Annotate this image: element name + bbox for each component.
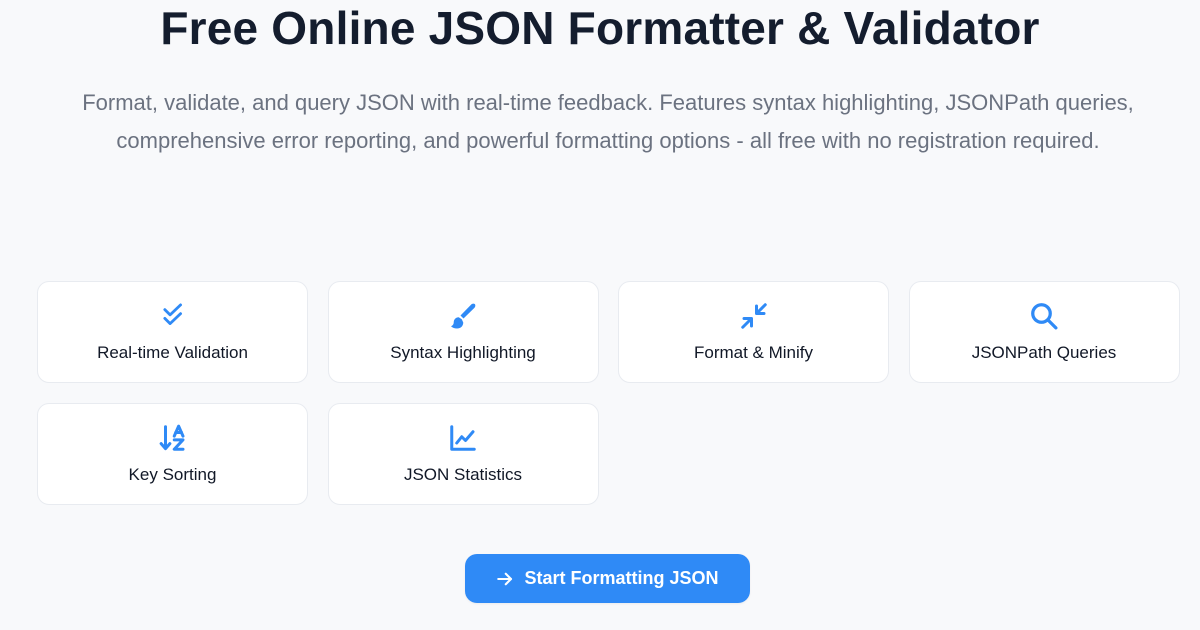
- paint-brush-icon: [448, 301, 478, 331]
- start-formatting-button[interactable]: Start Formatting JSON: [465, 554, 750, 603]
- line-chart-icon: [448, 423, 478, 453]
- double-check-icon: [158, 301, 188, 331]
- page-subtitle: Format, validate, and query JSON with re…: [82, 90, 1134, 153]
- feature-label: JSON Statistics: [403, 465, 523, 484]
- feature-grid: Real-time Validation Syntax Highlighting: [37, 281, 1180, 505]
- feature-label: Real-time Validation: [97, 343, 248, 362]
- feature-label: Key Sorting: [128, 465, 217, 484]
- feature-card-format-minify[interactable]: Format & Minify: [618, 281, 889, 383]
- landing-page: Free Online JSON Formatter & Validator F…: [0, 0, 1200, 630]
- feature-card-json-statistics[interactable]: JSON Statistics: [327, 403, 599, 505]
- feature-card-real-time-validation[interactable]: Real-time Validation: [37, 281, 308, 383]
- arrow-right-icon: [496, 570, 514, 588]
- search-icon: [1029, 301, 1059, 331]
- feature-label: Syntax Highlighting: [390, 343, 536, 362]
- feature-label: Format & Minify: [693, 343, 814, 362]
- feature-card-key-sorting[interactable]: Key Sorting: [37, 403, 308, 505]
- feature-label: JSONPath Queries: [971, 343, 1117, 362]
- feature-card-syntax-highlighting[interactable]: Syntax Highlighting: [327, 281, 599, 383]
- compress-arrows-icon: [739, 301, 769, 331]
- page-title: Free Online JSON Formatter & Validator: [160, 2, 1040, 54]
- start-formatting-label: Start Formatting JSON: [524, 568, 719, 588]
- feature-card-jsonpath-queries[interactable]: JSONPath Queries: [908, 281, 1180, 383]
- sort-alpha-down-icon: [158, 423, 188, 453]
